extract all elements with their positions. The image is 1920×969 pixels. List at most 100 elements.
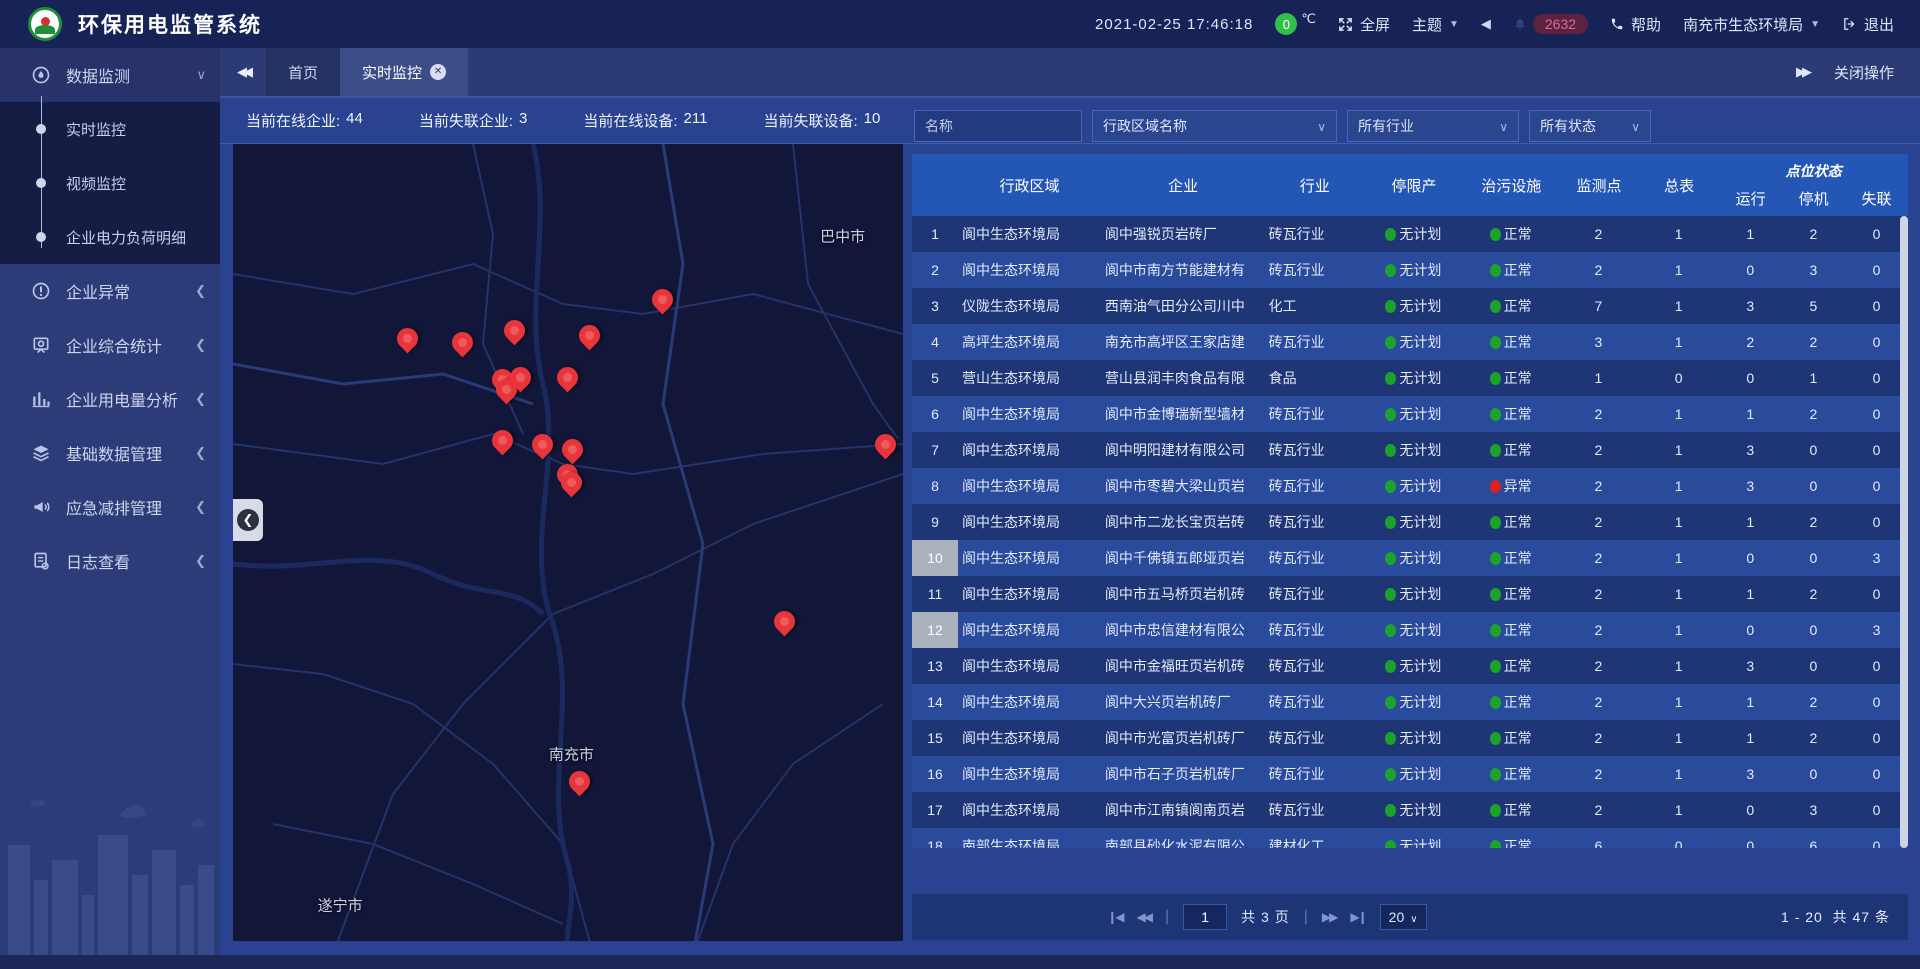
cell-monitor: 2 [1558, 730, 1638, 746]
map-city-label: 南充市 [549, 743, 594, 764]
alert-circle-icon [30, 281, 52, 301]
theme-dropdown[interactable]: 主题 ▼ [1412, 14, 1459, 35]
table-row[interactable]: 14阆中生态环境局阆中大兴页岩机砖厂砖瓦行业无计划正常21120 [912, 684, 1908, 720]
cell-lost: 0 [1845, 478, 1908, 494]
sidebar-item-5[interactable]: 基础数据管理❮ [0, 426, 220, 480]
next-page-button[interactable] [1322, 910, 1336, 924]
map-panel[interactable]: 巴中市南充市遂宁市 [233, 144, 903, 941]
table-row[interactable]: 12阆中生态环境局阆中市忠信建材有限公砖瓦行业无计划正常21003 [912, 612, 1908, 648]
sidebar-item-6[interactable]: 应急减排管理❮ [0, 480, 220, 534]
map-collapse-handle[interactable] [233, 499, 263, 541]
last-page-button[interactable] [1350, 910, 1365, 924]
cell-run: 1 [1719, 730, 1782, 746]
table-row[interactable]: 17阆中生态环境局阆中市江南镇阆南页岩砖瓦行业无计划正常21030 [912, 792, 1908, 828]
industry-select[interactable]: 所有行业 [1347, 110, 1519, 142]
cell-lost: 0 [1845, 406, 1908, 422]
megaphone-icon [30, 497, 52, 517]
notification-button[interactable]: 2632 [1513, 14, 1588, 34]
cell-industry: 建材化工 [1265, 836, 1364, 848]
cell-stop: 0 [1782, 622, 1845, 638]
sidebar-item-4[interactable]: 企业用电量分析❮ [0, 372, 220, 426]
cell-monitor: 7 [1558, 298, 1638, 314]
col-facility: 治污设施 [1464, 154, 1559, 216]
tab-close-icon[interactable] [430, 64, 446, 80]
chevron-left-icon: ❮ [195, 445, 206, 461]
page-number-input[interactable] [1183, 904, 1227, 930]
table-row[interactable]: 7阆中生态环境局阆中明阳建材有限公司砖瓦行业无计划正常21300 [912, 432, 1908, 468]
cell-monitor: 2 [1558, 586, 1638, 602]
sidebar-item-2[interactable]: 企业异常❮ [0, 264, 220, 318]
table-row[interactable]: 6阆中生态环境局阆中市金博瑞新型墙材砖瓦行业无计划正常21120 [912, 396, 1908, 432]
table-scrollbar[interactable] [1900, 216, 1908, 848]
status-dot-normal [1385, 588, 1396, 601]
voice-mute-icon[interactable]: ◀ [1481, 16, 1491, 32]
cell-company: 阆中市枣碧大梁山页岩 [1101, 476, 1265, 496]
first-page-button[interactable] [1107, 910, 1122, 924]
status-select[interactable]: 所有状态 [1529, 110, 1651, 142]
table-row[interactable]: 11阆中生态环境局阆中市五马桥页岩机砖砖瓦行业无计划正常21120 [912, 576, 1908, 612]
cell-company: 阆中市南方节能建材有 [1101, 260, 1265, 280]
cell-stop: 2 [1782, 694, 1845, 710]
table-row[interactable]: 8阆中生态环境局阆中市枣碧大梁山页岩砖瓦行业无计划异常21300 [912, 468, 1908, 504]
status-dot-normal [1385, 624, 1396, 637]
table-row[interactable]: 5营山生态环境局营山县润丰肉食品有限食品无计划正常10010 [912, 360, 1908, 396]
row-index: 8 [912, 468, 958, 504]
stat-value: 10 [864, 110, 881, 131]
table-row[interactable]: 4高坪生态环境局南充市高坪区王家店建砖瓦行业无计划正常31220 [912, 324, 1908, 360]
col-production: 停限产 [1364, 154, 1463, 216]
page-size-select[interactable]: 20 [1380, 904, 1427, 930]
stats-board-icon [30, 335, 52, 355]
table-row[interactable]: 9阆中生态环境局阆中市二龙长宝页岩砖砖瓦行业无计划正常21120 [912, 504, 1908, 540]
user-org-dropdown[interactable]: 南充市生态环境局 ▼ [1683, 14, 1820, 35]
table-row[interactable]: 15阆中生态环境局阆中市光富页岩机砖厂砖瓦行业无计划正常21120 [912, 720, 1908, 756]
table-row[interactable]: 1阆中生态环境局阆中强锐页岩砖厂砖瓦行业无计划正常21120 [912, 216, 1908, 252]
row-index: 9 [912, 504, 958, 540]
cell-company: 阆中市江南镇阆南页岩 [1101, 800, 1265, 820]
stat-label: 当前失联设备: [763, 110, 857, 131]
logout-button[interactable]: 退出 [1842, 14, 1894, 35]
cell-industry: 砖瓦行业 [1265, 548, 1364, 568]
sidebar-subitem[interactable]: 实时监控 [0, 102, 220, 156]
cell-lost: 3 [1845, 622, 1908, 638]
prev-page-button[interactable] [1137, 910, 1151, 924]
sidebar-item-1[interactable]: 数据监测∨ [0, 48, 220, 102]
fullscreen-button[interactable]: 全屏 [1338, 14, 1390, 35]
table-row[interactable]: 13阆中生态环境局阆中市金福旺页岩机砖砖瓦行业无计划正常21300 [912, 648, 1908, 684]
cell-company: 阆中市五马桥页岩机砖 [1101, 584, 1265, 604]
row-index: 18 [912, 828, 958, 848]
cell-production: 无计划 [1364, 764, 1463, 784]
name-search-input[interactable] [914, 110, 1082, 142]
chevron-down-icon [1410, 909, 1417, 925]
col-company: 企业 [1101, 154, 1265, 216]
table-row[interactable]: 2阆中生态环境局阆中市南方节能建材有砖瓦行业无计划正常21030 [912, 252, 1908, 288]
tabs-scroll-left-button[interactable]: ◀◀ [220, 48, 266, 96]
cell-company: 阆中市忠信建材有限公 [1101, 620, 1265, 640]
tab-realtime-monitor[interactable]: 实时监控 [340, 48, 468, 96]
tabs-scroll-right-button[interactable]: ▶▶ [1796, 64, 1808, 80]
close-operations-button[interactable]: 关闭操作 [1834, 62, 1894, 83]
status-dot-normal [1490, 264, 1501, 277]
row-index: 17 [912, 792, 958, 828]
cell-facility: 正常 [1463, 800, 1558, 820]
table-row[interactable]: 10阆中生态环境局阆中千佛镇五郎垭页岩砖瓦行业无计划正常21003 [912, 540, 1908, 576]
cell-run: 3 [1719, 478, 1782, 494]
cell-monitor: 2 [1558, 514, 1638, 530]
cell-run: 3 [1719, 766, 1782, 782]
cell-facility: 正常 [1463, 404, 1558, 424]
status-dot-normal [1385, 768, 1396, 781]
sidebar-subitem[interactable]: 企业电力负荷明细 [0, 210, 220, 264]
tab-home[interactable]: 首页 [266, 48, 340, 96]
region-select[interactable]: 行政区域名称 [1092, 110, 1337, 142]
cell-total: 1 [1639, 766, 1719, 782]
table-row[interactable]: 3仪陇生态环境局西南油气田分公司川中化工无计划正常71350 [912, 288, 1908, 324]
col-run: 运行 [1719, 188, 1782, 209]
sidebar-item-7[interactable]: 日志查看❮ [0, 534, 220, 588]
cell-run: 0 [1719, 370, 1782, 386]
help-button[interactable]: 帮助 [1610, 14, 1661, 35]
sidebar-subitem[interactable]: 视频监控 [0, 156, 220, 210]
cell-lost: 0 [1845, 334, 1908, 350]
stat-label: 当前在线设备: [583, 110, 677, 131]
table-row[interactable]: 16阆中生态环境局阆中市石子页岩机砖厂砖瓦行业无计划正常21300 [912, 756, 1908, 792]
sidebar-item-3[interactable]: 企业综合统计❮ [0, 318, 220, 372]
table-row[interactable]: 18南部生态环境局南部县砂化水泥有限公建材化工无计划正常60060 [912, 828, 1908, 848]
